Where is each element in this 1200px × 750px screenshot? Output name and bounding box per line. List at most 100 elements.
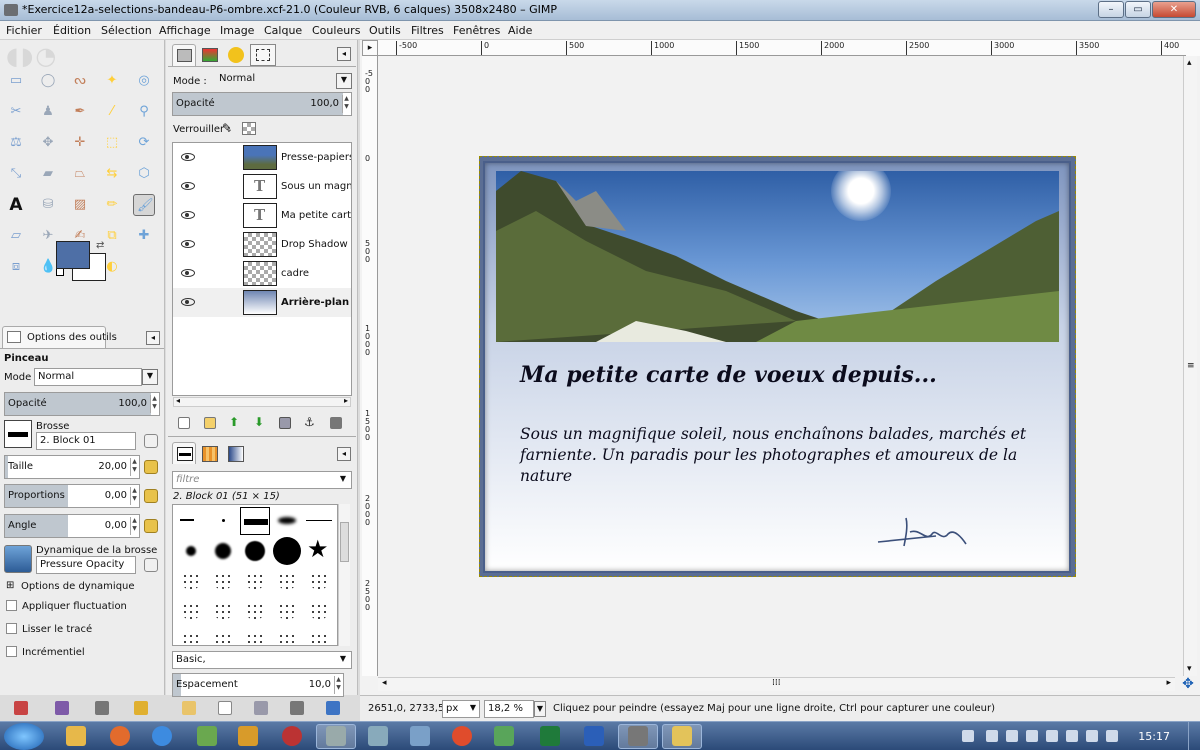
visibility-eye-icon[interactable] xyxy=(181,269,195,277)
brush-scroll-thumb[interactable] xyxy=(340,522,349,562)
settings-taskbar-icon[interactable] xyxy=(410,726,430,746)
menu-fenetres[interactable]: Fenêtres xyxy=(453,24,500,37)
brush-cell[interactable] xyxy=(304,597,334,625)
menu-outils[interactable]: Outils xyxy=(369,24,401,37)
dock-menu-button[interactable]: ◂ xyxy=(337,47,351,61)
layer-row[interactable]: TSous un magnifi xyxy=(173,172,351,201)
tab-channels[interactable] xyxy=(198,44,222,66)
scroll-left-arrow[interactable]: ◂ xyxy=(176,396,180,405)
hscroll-left-arrow[interactable]: ◂ xyxy=(382,678,387,688)
visibility-eye-icon[interactable] xyxy=(181,153,195,161)
tab-history[interactable] xyxy=(224,44,248,66)
edit-brush-bottom-icon[interactable] xyxy=(182,701,196,715)
layer-opacity-spin[interactable]: ▲ ▼ xyxy=(342,95,350,113)
tab-brushes[interactable] xyxy=(172,442,196,464)
brush-cell[interactable] xyxy=(176,627,206,645)
duplicate-layer-icon[interactable] xyxy=(279,417,291,429)
vscroll-down-arrow[interactable]: ▾ xyxy=(1187,664,1192,674)
brush-cell[interactable] xyxy=(304,627,334,645)
maximize-button[interactable]: ▭ xyxy=(1125,1,1151,18)
tool-mode-dropdown[interactable]: ▼ xyxy=(142,369,158,385)
raise-layer-icon[interactable]: ⬆ xyxy=(229,416,241,428)
brush-cell[interactable] xyxy=(240,537,270,565)
brush-cell[interactable] xyxy=(240,597,270,625)
angle-slider[interactable]: Angle 0,00 ▲ ▼ xyxy=(4,514,140,538)
cage-icon[interactable]: ⬡ xyxy=(133,163,155,185)
swap-colors-icon[interactable]: ⇄ xyxy=(96,240,104,251)
layers-hscrollbar[interactable]: ◂ ▸ xyxy=(173,396,351,407)
brush-cell[interactable] xyxy=(272,597,302,625)
lower-layer-icon[interactable]: ⬇ xyxy=(254,416,266,428)
tool-opacity-spin[interactable]: ▲ ▼ xyxy=(150,395,158,413)
excel-taskbar-icon[interactable] xyxy=(540,726,560,746)
refresh-brushes-icon[interactable] xyxy=(326,701,340,715)
gimp-taskbar-icon[interactable] xyxy=(326,726,346,746)
select-by-color-icon[interactable]: ◎ xyxy=(133,70,155,92)
delete-options-icon[interactable] xyxy=(95,701,109,715)
angle-spin[interactable]: ▲ ▼ xyxy=(130,517,138,535)
brush-cell[interactable] xyxy=(304,507,334,535)
scissors-icon[interactable]: ✂ xyxy=(5,101,27,123)
paths-icon[interactable]: ✒ xyxy=(69,101,91,123)
ie-taskbar-icon[interactable] xyxy=(152,726,172,746)
menu-filtres[interactable]: Filtres xyxy=(411,24,444,37)
brush-filter-dropdown[interactable]: ▼ xyxy=(336,473,350,487)
brush-cell[interactable] xyxy=(272,627,302,645)
brush-cell[interactable] xyxy=(240,627,270,645)
save-options-icon[interactable] xyxy=(14,701,28,715)
layer-mode-select[interactable]: Normal xyxy=(216,71,336,89)
brush-preset-select[interactable]: Basic, xyxy=(172,651,352,669)
explorer-taskbar-icon[interactable] xyxy=(66,726,86,746)
hscroll-grip[interactable]: ⁞⁞⁞ xyxy=(772,678,781,688)
heal-icon[interactable]: ✚ xyxy=(133,225,155,247)
chrome-taskbar-icon[interactable] xyxy=(452,726,472,746)
pencil-icon[interactable]: ✏ xyxy=(101,194,123,216)
brush-preview[interactable] xyxy=(4,420,32,448)
apply-jitter-checkbox[interactable] xyxy=(6,600,17,611)
spacing-spin[interactable]: ▲ ▼ xyxy=(334,676,342,694)
delete-layer-icon[interactable] xyxy=(330,417,342,429)
brush-cell[interactable] xyxy=(208,567,238,595)
spacing-slider[interactable]: Espacement 10,0 ▲ ▼ xyxy=(172,673,344,697)
eraser-icon[interactable]: ▱ xyxy=(5,225,27,247)
rect-select-icon[interactable]: ▭ xyxy=(5,70,27,92)
duplicate-brush-icon[interactable] xyxy=(254,701,268,715)
tab-patterns[interactable] xyxy=(198,442,222,464)
align-icon[interactable]: ✛ xyxy=(69,132,91,154)
size-slider[interactable]: Taille 20,00 ▲ ▼ xyxy=(4,455,140,479)
start-button[interactable] xyxy=(4,723,44,750)
perspective-clone-icon[interactable]: ⧈ xyxy=(5,256,27,278)
scale-icon[interactable]: ⤡ xyxy=(5,163,27,185)
brush-grid-scrollbar[interactable] xyxy=(338,504,350,646)
show-desktop-button[interactable] xyxy=(1188,722,1200,750)
layer-row[interactable]: Drop Shadow xyxy=(173,230,351,259)
reset-options-icon[interactable] xyxy=(134,701,148,715)
app2-taskbar-icon[interactable] xyxy=(282,726,302,746)
vscroll-grip[interactable]: ≡ xyxy=(1187,361,1195,371)
brush-preset-dropdown[interactable]: ▼ xyxy=(336,653,350,667)
brush-cell[interactable] xyxy=(176,537,206,565)
dynamics-icon[interactable] xyxy=(4,545,32,573)
bucket-fill-icon[interactable]: ⛁ xyxy=(37,194,59,216)
visibility-eye-icon[interactable] xyxy=(181,298,195,306)
brushes-menu-button[interactable]: ◂ xyxy=(337,447,351,461)
unit-select[interactable]: px ▼ xyxy=(442,700,480,718)
tray-network-icon[interactable] xyxy=(1006,730,1018,742)
menu-affichage[interactable]: Affichage xyxy=(159,24,211,37)
layer-row[interactable]: cadre xyxy=(173,259,351,288)
flip-icon[interactable]: ⇆ xyxy=(101,163,123,185)
color-picker-icon[interactable]: ⁄ xyxy=(101,101,123,123)
word-taskbar-icon[interactable] xyxy=(584,726,604,746)
brush-field[interactable]: 2. Block 01 xyxy=(36,432,136,450)
tray-dropbox-icon[interactable] xyxy=(1086,730,1098,742)
perspective-icon[interactable]: ⏢ xyxy=(69,163,91,185)
close-button[interactable]: ✕ xyxy=(1152,1,1196,18)
gimp-window-taskbar-icon[interactable] xyxy=(628,726,648,746)
app-taskbar-icon[interactable] xyxy=(197,726,217,746)
menu-selection[interactable]: Sélection xyxy=(101,24,152,37)
aspect-slider[interactable]: Proportions 0,00 ▲ ▼ xyxy=(4,484,140,508)
brush-cell[interactable] xyxy=(208,597,238,625)
minimize-button[interactable]: – xyxy=(1098,1,1124,18)
canvas-vertical-scrollbar[interactable]: ▴ ≡ ▾ xyxy=(1183,56,1197,676)
scroll-right-arrow[interactable]: ▸ xyxy=(344,396,348,405)
